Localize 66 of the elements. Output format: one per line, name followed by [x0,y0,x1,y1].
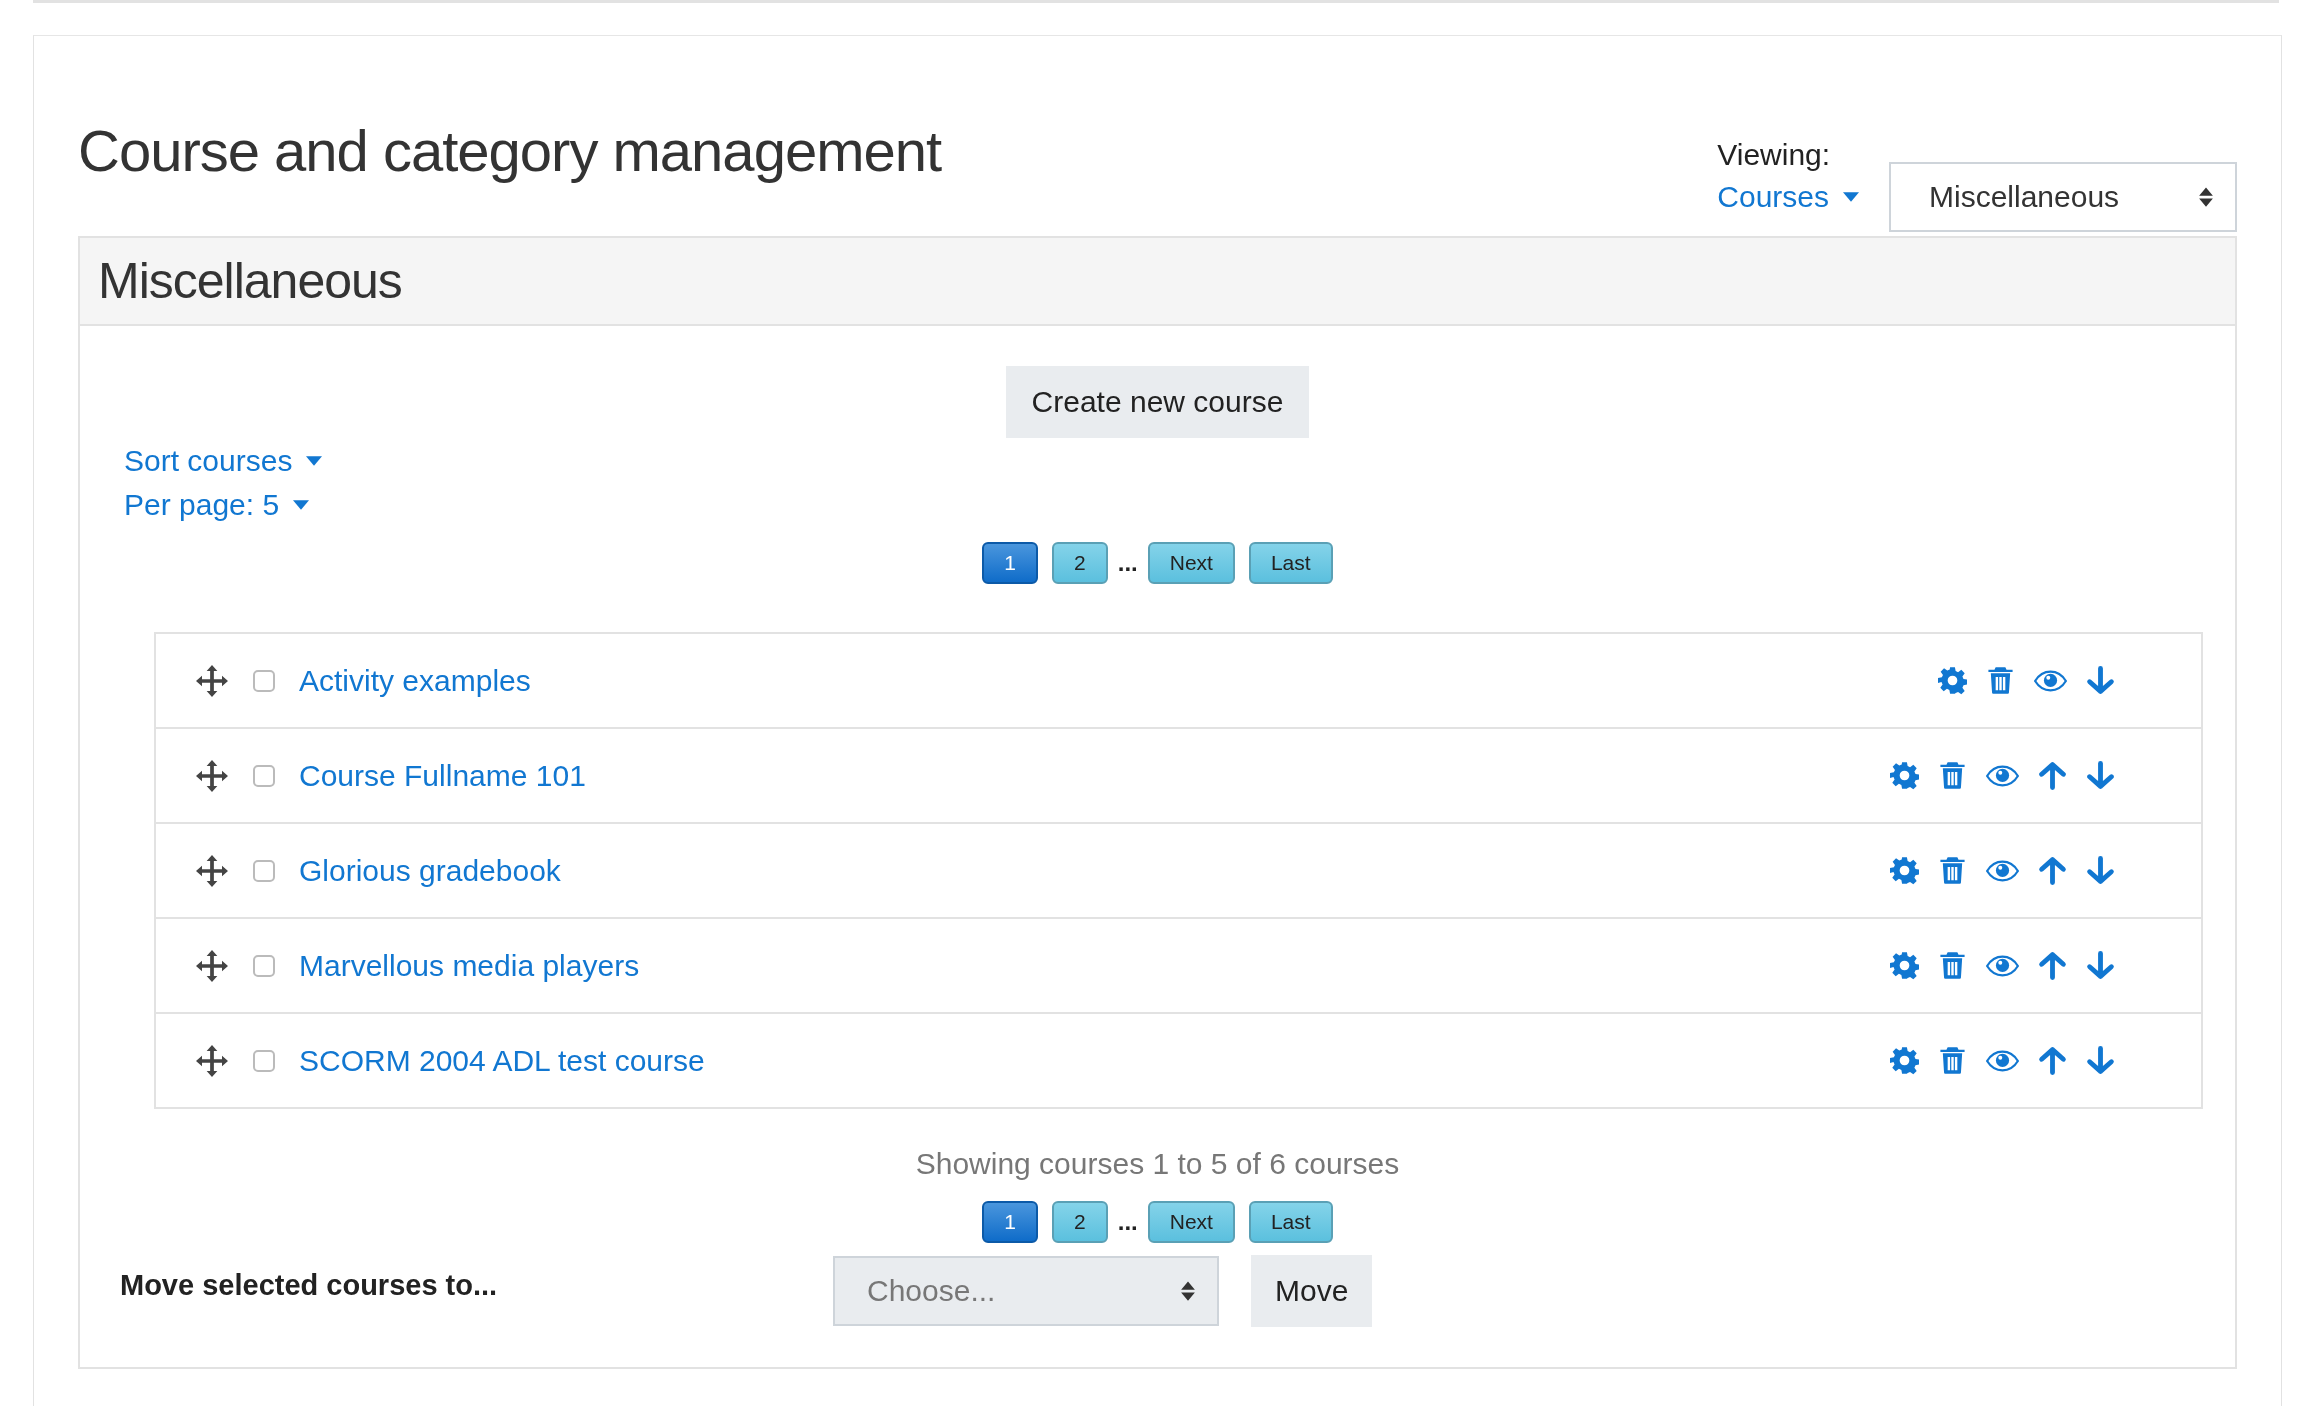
pagination-ellipsis: ... [1117,549,1138,577]
page-button[interactable]: 1 [982,1201,1039,1243]
viewing-label: Viewing: [1717,138,1832,172]
eye-icon[interactable] [2034,668,2067,693]
arrow-down-icon[interactable] [2086,1046,2115,1075]
eye-icon[interactable] [1986,1048,2019,1073]
course-link[interactable]: Marvellous media players [299,948,640,983]
course-count-text: Showing courses 1 to 5 of 6 courses [914,1147,1401,1181]
arrow-up-icon[interactable] [2038,951,2067,980]
page-button[interactable]: Last [1248,1201,1333,1243]
arrow-down-icon[interactable] [2086,666,2115,695]
course-checkbox[interactable] [253,764,275,787]
course-checkbox[interactable] [253,954,275,977]
arrow-up-icon[interactable] [2038,761,2067,790]
settings-icon[interactable] [1890,856,1919,885]
move-handle-icon[interactable] [196,854,228,887]
course-checkbox[interactable] [253,669,275,692]
pagination-ellipsis: ... [1117,1208,1138,1236]
course-checkbox[interactable] [253,859,275,882]
page-button[interactable]: 2 [1052,1201,1108,1243]
category-title: Miscellaneous [98,252,402,310]
caret-icon [293,500,310,510]
page-button[interactable]: 1 [982,542,1039,584]
select-arrows-icon [2199,186,2213,208]
course-checkbox[interactable] [253,1049,275,1072]
settings-icon[interactable] [1890,761,1919,790]
move-handle-icon[interactable] [196,664,228,697]
trash-icon[interactable] [1938,761,1967,790]
settings-icon[interactable] [1938,666,1967,695]
eye-icon[interactable] [1986,858,2019,883]
sort-courses-dropdown[interactable]: Sort courses [124,444,323,478]
move-button[interactable]: Move [1251,1255,1373,1327]
move-courses-label: Move selected courses to... [120,1268,499,1302]
course-link[interactable]: Activity examples [299,663,531,698]
create-course-button[interactable]: Create new course [1005,366,1310,438]
caret-icon [306,456,323,466]
destination-select[interactable]: Choose... [833,1256,1219,1326]
course-link[interactable]: SCORM 2004 ADL test course [299,1043,705,1078]
page-button[interactable]: Last [1248,542,1333,584]
trash-icon[interactable] [1938,1046,1967,1075]
move-handle-icon[interactable] [196,949,228,982]
per-page-dropdown[interactable]: Per page: 5 [124,488,310,522]
page-button[interactable]: 2 [1052,542,1108,584]
arrow-up-icon[interactable] [2038,1046,2067,1075]
arrow-down-icon[interactable] [2086,856,2115,885]
trash-icon[interactable] [1986,666,2015,695]
arrow-down-icon[interactable] [2086,951,2115,980]
caret-icon [1843,192,1859,202]
view-mode-dropdown[interactable]: Courses [1717,180,1859,214]
arrow-up-icon[interactable] [2038,856,2067,885]
category-select[interactable]: Miscellaneous [1889,162,2237,232]
move-handle-icon[interactable] [196,759,228,792]
page-title: Course and category management [78,117,942,185]
settings-icon[interactable] [1890,1046,1919,1075]
course-link[interactable]: Course Fullname 101 [299,758,586,793]
eye-icon[interactable] [1986,953,2019,978]
trash-icon[interactable] [1938,951,1967,980]
move-handle-icon[interactable] [196,1044,228,1077]
select-arrows-icon [1181,1280,1195,1302]
arrow-down-icon[interactable] [2086,761,2115,790]
page-button[interactable]: Next [1147,542,1235,584]
page-button[interactable]: Next [1147,1201,1235,1243]
trash-icon[interactable] [1938,856,1967,885]
settings-icon[interactable] [1890,951,1919,980]
eye-icon[interactable] [1986,763,2019,788]
course-link[interactable]: Glorious gradebook [299,853,561,888]
